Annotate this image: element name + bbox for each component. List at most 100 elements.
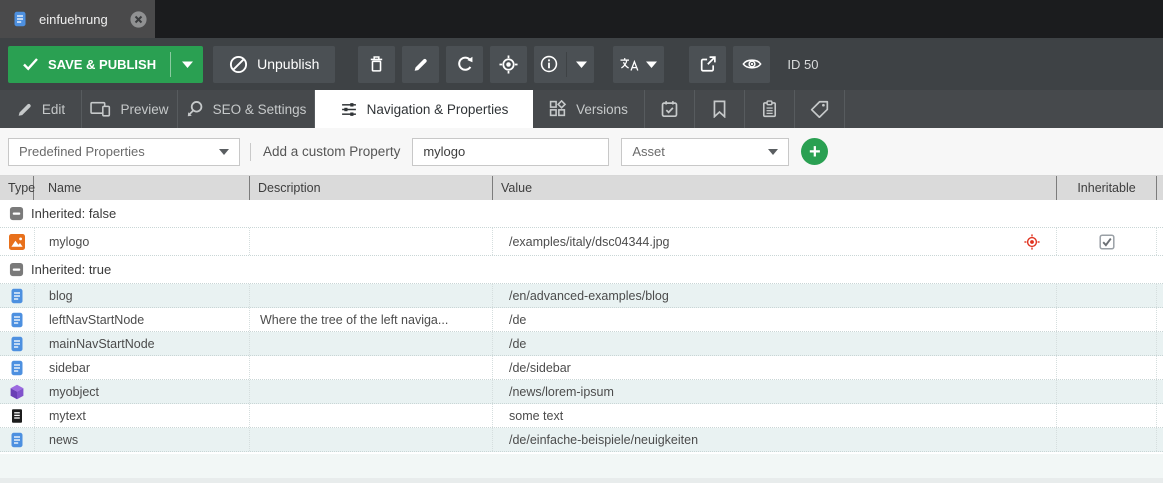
rename-button[interactable] [402,46,439,83]
table-row[interactable]: sidebar/de/sidebar [0,356,1163,380]
row-value[interactable]: /examples/italy/dsc04344.jpg [493,228,1057,255]
tab-notes[interactable] [745,90,795,128]
row-inheritable-cell[interactable] [1057,284,1157,307]
row-description[interactable] [250,228,493,255]
document-id-label: ID 50 [787,57,818,72]
slash-circle-icon [229,55,248,74]
row-value[interactable]: /de/einfache-beispiele/neuigkeiten [493,428,1057,451]
row-type-cell [0,284,34,307]
row-inheritable-cell[interactable] [1057,228,1157,255]
row-value[interactable]: /de [493,332,1057,355]
save-publish-button[interactable]: SAVE & PUBLISH [8,46,203,83]
grid-footer-area [0,454,1163,483]
row-description[interactable] [250,428,493,451]
row-inheritable-cell[interactable] [1057,308,1157,331]
translate-icon [619,56,641,73]
property-type-value: Asset [632,144,665,159]
row-name[interactable]: blog [34,284,250,307]
row-name[interactable]: news [34,428,250,451]
locate-element-icon[interactable] [1024,234,1040,250]
trash-icon [368,55,385,73]
close-tab-icon[interactable] [130,11,147,28]
column-header-name[interactable]: Name [34,176,250,200]
add-property-button[interactable]: + [801,138,828,165]
delete-button[interactable] [358,46,395,83]
document-icon [9,312,25,328]
row-name[interactable]: mainNavStartNode [34,332,250,355]
row-name[interactable]: mytext [34,404,250,427]
collapse-group-icon[interactable] [9,262,24,277]
inheritable-checkbox[interactable] [1099,234,1115,250]
table-row[interactable]: mainNavStartNode/de [0,332,1163,356]
preview-eye-button[interactable] [733,46,770,83]
locate-icon [499,55,518,74]
column-header-value[interactable]: Value [493,176,1057,200]
row-name[interactable]: sidebar [34,356,250,379]
row-type-cell [0,356,34,379]
property-type-select[interactable]: Asset [621,138,789,166]
row-description[interactable] [250,380,493,403]
row-name[interactable]: mylogo [34,228,250,255]
group-label: Inherited: false [31,206,116,221]
column-header-inheritable[interactable]: Inheritable [1057,176,1157,200]
row-value[interactable]: /news/lorem-ipsum [493,380,1057,403]
row-value[interactable]: /de/sidebar [493,356,1057,379]
row-name[interactable]: leftNavStartNode [34,308,250,331]
info-dropdown-button[interactable] [534,46,594,83]
row-description[interactable] [250,332,493,355]
row-description[interactable] [250,404,493,427]
tab-versions[interactable]: Versions [533,90,645,128]
translate-dropdown-button[interactable] [613,46,664,83]
tab-schedule[interactable] [645,90,695,128]
row-inheritable-cell[interactable] [1057,428,1157,451]
document-tab[interactable]: einfuehrung [0,0,155,38]
versions-grid-icon [549,100,567,118]
tab-label: Navigation & Properties [367,102,509,117]
save-dropdown-button[interactable] [171,46,203,83]
reload-button[interactable] [446,46,483,83]
text-icon [9,408,25,424]
table-row[interactable]: news/de/einfache-beispiele/neuigkeiten [0,428,1163,452]
table-row[interactable]: mylogo/examples/italy/dsc04344.jpg [0,228,1163,256]
locate-in-tree-button[interactable] [490,46,527,83]
row-description[interactable]: Where the tree of the left naviga... [250,308,493,331]
open-in-new-window-button[interactable] [689,46,726,83]
row-type-cell [0,332,34,355]
predefined-properties-select[interactable]: Predefined Properties [8,138,240,166]
row-inheritable-cell[interactable] [1057,356,1157,379]
external-link-icon [699,55,717,73]
eye-icon [742,56,762,72]
row-type-cell [0,228,34,255]
table-row[interactable]: myobject/news/lorem-ipsum [0,380,1163,404]
row-inheritable-cell[interactable] [1057,332,1157,355]
row-value[interactable]: some text [493,404,1057,427]
table-row[interactable]: blog/en/advanced-examples/blog [0,284,1163,308]
row-value[interactable]: /en/advanced-examples/blog [493,284,1057,307]
table-row[interactable]: leftNavStartNodeWhere the tree of the le… [0,308,1163,332]
group-row[interactable]: Inherited: false [0,200,1163,228]
table-row[interactable]: mytext some text [0,404,1163,428]
tab-navigation-properties[interactable]: Navigation & Properties [315,90,533,128]
column-header-description[interactable]: Description [250,176,493,200]
tab-edit[interactable]: Edit [0,90,82,128]
property-name-input[interactable]: mylogo [412,138,609,166]
row-value[interactable]: /de [493,308,1057,331]
tab-label: Preview [120,102,168,117]
collapse-group-icon[interactable] [9,206,24,221]
tab-preview[interactable]: Preview [82,90,178,128]
row-type-cell [0,308,34,331]
group-row[interactable]: Inherited: true [0,256,1163,284]
row-description[interactable] [250,356,493,379]
tab-tags[interactable] [795,90,845,128]
group-label: Inherited: true [31,262,111,277]
tab-label: Edit [42,102,65,117]
unpublish-button[interactable]: Unpublish [213,46,335,83]
column-header-type[interactable]: Type [0,176,34,200]
row-inheritable-cell[interactable] [1057,380,1157,403]
row-description[interactable] [250,284,493,307]
properties-toolbar: Predefined Properties Add a custom Prope… [0,128,1163,176]
tab-dependencies[interactable] [695,90,745,128]
row-name[interactable]: myobject [34,380,250,403]
row-inheritable-cell[interactable] [1057,404,1157,427]
tab-seo-settings[interactable]: SEO & Settings [178,90,315,128]
